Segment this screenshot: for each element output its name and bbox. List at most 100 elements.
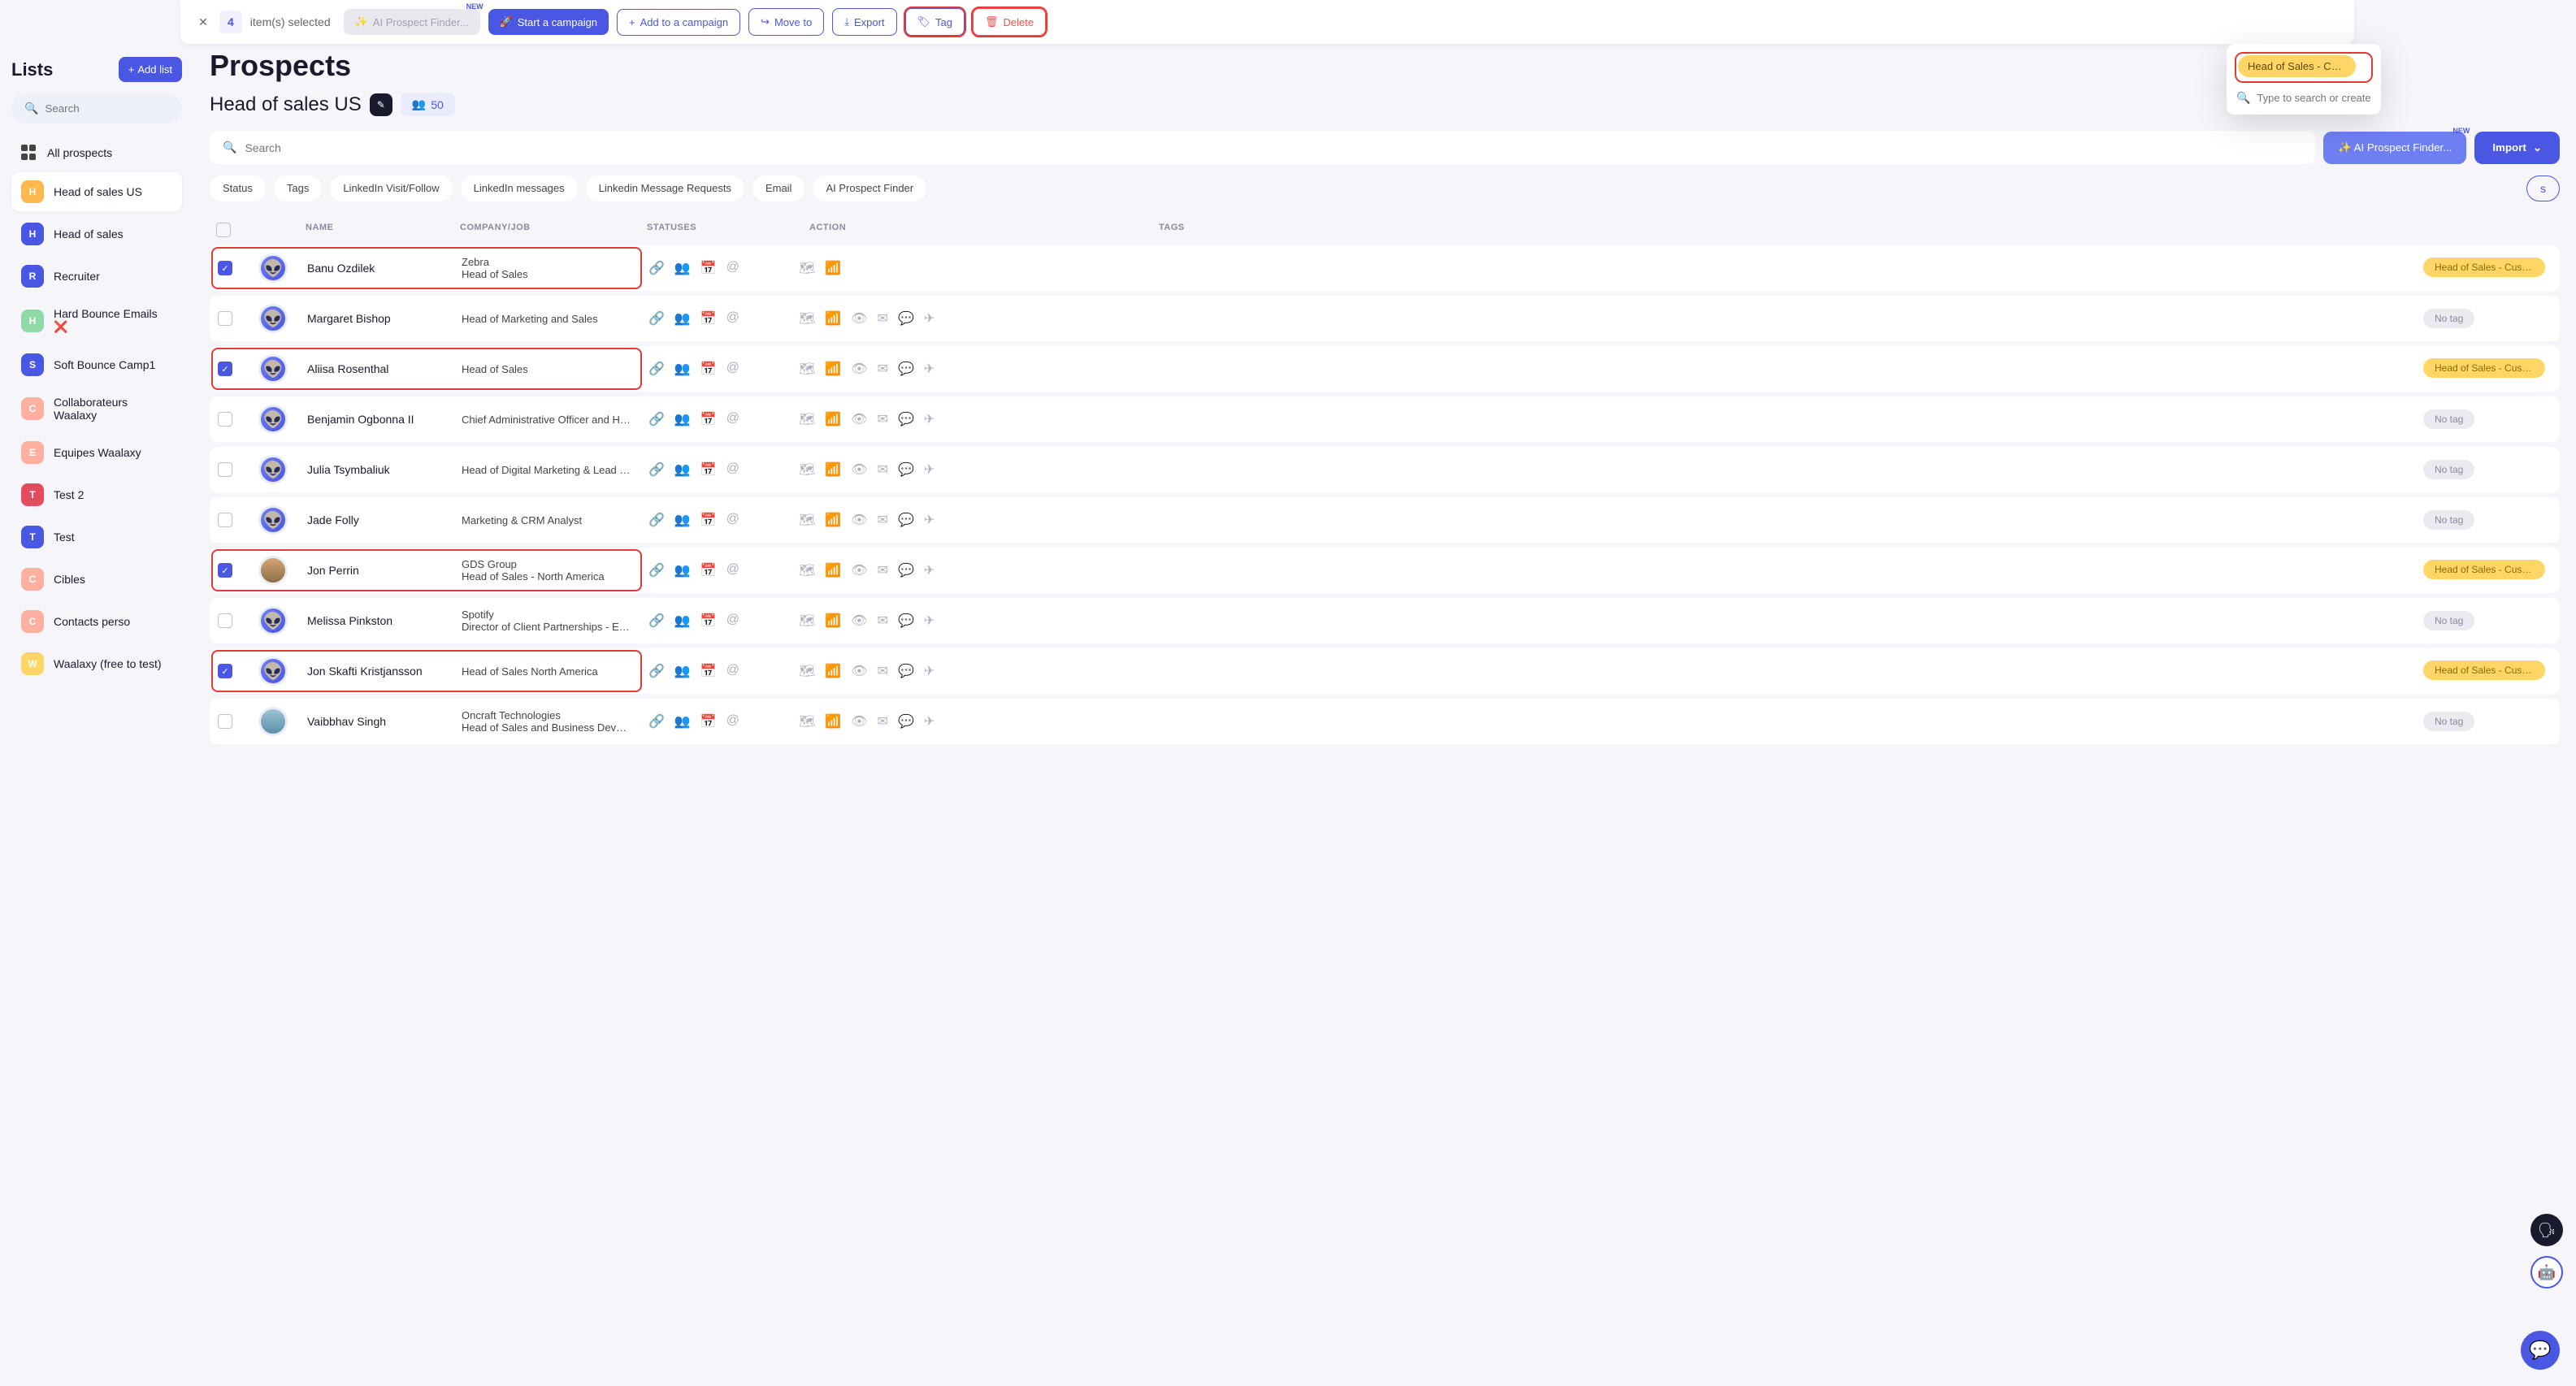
chat-icon[interactable]: 💬 [898, 613, 914, 629]
link-icon[interactable]: 🔗 [648, 361, 665, 377]
chat-icon[interactable]: 💬 [898, 562, 914, 578]
map-icon[interactable]: 🗺 [799, 310, 815, 327]
calendar-icon[interactable]: 📅 [700, 461, 717, 478]
people-icon[interactable]: 👥 [674, 663, 691, 679]
main-search-input[interactable] [245, 141, 2302, 154]
people-icon[interactable]: 👥 [674, 512, 691, 528]
row-checkbox[interactable]: ✓ [218, 563, 232, 578]
sidebar-item[interactable]: HHead of sales [11, 214, 182, 253]
row-checkbox[interactable] [218, 412, 232, 427]
sidebar-item[interactable]: All prospects [11, 136, 182, 169]
send-icon[interactable]: ✈ [924, 411, 935, 427]
start-campaign-button[interactable]: 🚀 Start a campaign [488, 9, 609, 35]
table-row[interactable]: ✓Jon PerrinGDS GroupHead of Sales - Nort… [210, 548, 2560, 593]
row-checkbox[interactable]: ✓ [218, 261, 232, 275]
calendar-icon[interactable]: 📅 [700, 713, 717, 730]
table-row[interactable]: ✓Jon Skafti KristjanssonHead of Sales No… [210, 648, 2560, 694]
mail-icon[interactable]: ✉ [878, 713, 888, 730]
link-icon[interactable]: 🔗 [648, 310, 665, 327]
tag-chip[interactable]: Head of Sales - Cust… [2423, 358, 2545, 378]
rss-icon[interactable]: 📶 [825, 562, 841, 578]
table-row[interactable]: ✓Banu OzdilekZebraHead of Sales 🔗 👥 📅 @ … [210, 245, 2560, 291]
map-icon[interactable]: 🗺 [799, 512, 815, 528]
eye-icon[interactable]: 👁 [851, 663, 867, 679]
link-icon[interactable]: 🔗 [648, 512, 665, 528]
map-icon[interactable]: 🗺 [799, 562, 815, 578]
row-checkbox[interactable]: ✓ [218, 362, 232, 376]
people-icon[interactable]: 👥 [674, 713, 691, 730]
at-icon[interactable]: @ [726, 411, 739, 427]
mail-icon[interactable]: ✉ [878, 411, 888, 427]
send-icon[interactable]: ✈ [924, 613, 935, 629]
calendar-icon[interactable]: 📅 [700, 562, 717, 578]
chat-icon[interactable]: 💬 [898, 310, 914, 327]
at-icon[interactable]: @ [726, 310, 739, 327]
eye-icon[interactable]: 👁 [851, 512, 867, 528]
map-icon[interactable]: 🗺 [799, 411, 815, 427]
mail-icon[interactable]: ✉ [878, 562, 888, 578]
calendar-icon[interactable]: 📅 [700, 512, 717, 528]
people-icon[interactable]: 👥 [674, 361, 691, 377]
row-checkbox[interactable] [218, 311, 232, 326]
sidebar-item[interactable]: HHard Bounce Emails ❌ [11, 299, 182, 342]
chat-icon[interactable]: 💬 [898, 461, 914, 478]
mail-icon[interactable]: ✉ [878, 613, 888, 629]
filter-chip[interactable]: Status [210, 175, 266, 201]
map-icon[interactable]: 🗺 [799, 260, 815, 276]
row-checkbox[interactable] [218, 462, 232, 477]
link-icon[interactable]: 🔗 [648, 411, 665, 427]
rss-icon[interactable]: 📶 [825, 361, 841, 377]
tag-option[interactable]: Head of Sales - Cust… [2238, 55, 2356, 77]
at-icon[interactable]: @ [726, 260, 739, 276]
eye-icon[interactable]: 👁 [851, 411, 867, 427]
row-checkbox[interactable]: ✓ [218, 664, 232, 678]
chat-icon[interactable]: 💬 [898, 663, 914, 679]
at-icon[interactable]: @ [726, 461, 739, 478]
calendar-icon[interactable]: 📅 [700, 361, 717, 377]
sidebar-item[interactable]: TTest [11, 518, 182, 557]
link-icon[interactable]: 🔗 [648, 613, 665, 629]
sidebar-item[interactable]: EEquipes Waalaxy [11, 433, 182, 472]
link-icon[interactable]: 🔗 [648, 562, 665, 578]
map-icon[interactable]: 🗺 [799, 361, 815, 377]
filter-corner-chip[interactable]: s [2526, 175, 2560, 201]
rss-icon[interactable]: 📶 [825, 663, 841, 679]
filter-chip[interactable]: Linkedin Message Requests [586, 175, 744, 201]
filter-chip[interactable]: Email [752, 175, 805, 201]
add-to-campaign-button[interactable]: + Add to a campaign [617, 9, 740, 36]
sidebar-item[interactable]: CContacts perso [11, 602, 182, 641]
sidebar-item[interactable]: CCibles [11, 560, 182, 599]
table-row[interactable]: ✓Aliisa RosenthalHead of Sales 🔗 👥 📅 @ 🗺… [210, 346, 2560, 392]
eye-icon[interactable]: 👁 [851, 461, 867, 478]
sidebar-item[interactable]: HHead of sales US [11, 172, 182, 211]
rss-icon[interactable]: 📶 [825, 713, 841, 730]
export-button[interactable]: ⤓ Export [832, 8, 896, 36]
map-icon[interactable]: 🗺 [799, 613, 815, 629]
at-icon[interactable]: @ [726, 713, 739, 730]
calendar-icon[interactable]: 📅 [700, 663, 717, 679]
people-icon[interactable]: 👥 [674, 310, 691, 327]
table-row[interactable]: Melissa PinkstonSpotifyDirector of Clien… [210, 598, 2560, 643]
chat-icon[interactable]: 💬 [898, 361, 914, 377]
table-row[interactable]: Benjamin Ogbonna IIChief Administrative … [210, 396, 2560, 442]
row-checkbox[interactable] [218, 613, 232, 628]
sidebar-item[interactable]: SSoft Bounce Camp1 [11, 345, 182, 384]
calendar-icon[interactable]: 📅 [700, 411, 717, 427]
table-row[interactable]: Margaret BishopHead of Marketing and Sal… [210, 296, 2560, 341]
row-checkbox[interactable] [218, 513, 232, 527]
calendar-icon[interactable]: 📅 [700, 260, 717, 276]
tag-chip[interactable]: Head of Sales - Cust… [2423, 258, 2545, 277]
send-icon[interactable]: ✈ [924, 663, 935, 679]
sidebar-item[interactable]: TTest 2 [11, 475, 182, 514]
eye-icon[interactable]: 👁 [851, 310, 867, 327]
sidebar-item[interactable]: CCollaborateurs Waalaxy [11, 388, 182, 430]
tag-button[interactable]: 🏷 Tag [905, 8, 965, 36]
sidebar-search-input[interactable] [45, 102, 169, 115]
calendar-icon[interactable]: 📅 [700, 310, 717, 327]
sidebar-search[interactable]: 🔍 [11, 93, 182, 123]
sidebar-item[interactable]: WWaalaxy (free to test) [11, 644, 182, 683]
sidebar-item[interactable]: RRecruiter [11, 257, 182, 296]
map-icon[interactable]: 🗺 [799, 713, 815, 730]
delete-button[interactable]: 🗑 Delete [973, 8, 1046, 36]
rss-icon[interactable]: 📶 [825, 411, 841, 427]
